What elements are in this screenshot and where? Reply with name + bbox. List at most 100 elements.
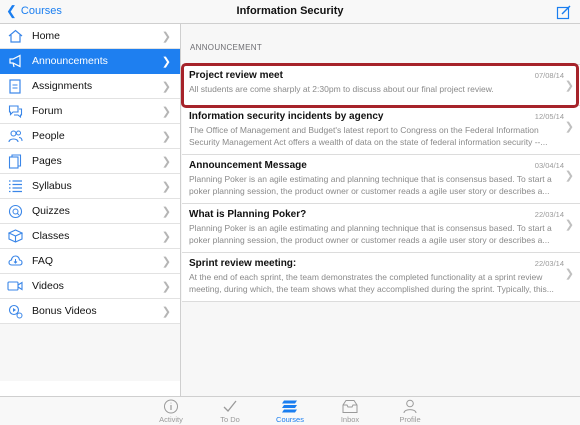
announcement-preview-line: meeting, during which, the team shows wh…	[189, 283, 554, 294]
sidebar-item-quizzes[interactable]: Quizzes ❯	[0, 199, 180, 224]
sidebar-item-people[interactable]: People ❯	[0, 124, 180, 149]
tab-label: Profile	[399, 415, 421, 424]
announcement-title: Project review meet	[189, 70, 283, 81]
people-icon	[7, 128, 23, 144]
chevron-right-icon: ❯	[161, 81, 171, 93]
chevron-right-icon: ❯	[161, 131, 171, 143]
announcement-date: 07/08/14	[534, 71, 564, 80]
bonus-video-icon	[7, 303, 23, 319]
announcement-date: 12/05/14	[534, 112, 564, 121]
chevron-right-icon: ❯	[564, 268, 574, 280]
chevron-right-icon: ❯	[161, 106, 171, 118]
megaphone-icon	[7, 53, 23, 69]
announcement-preview-line: poker planning session, the product owne…	[189, 185, 550, 196]
announcements-pane: ANNOUNCEMENT Project review meet 07/08/1…	[182, 24, 580, 396]
announcement-preview-line: Planning Poker is an agile estimating an…	[189, 223, 552, 233]
video-icon	[7, 278, 23, 294]
sidebar-item-label: Classes	[32, 230, 70, 242]
sidebar-item-label: Assignments	[32, 80, 93, 92]
announcement-row[interactable]: What is Planning Poker? 22/03/14 Plannin…	[182, 204, 580, 253]
sidebar-empty-area	[0, 324, 180, 381]
inbox-icon	[342, 400, 358, 413]
tab-profile[interactable]: Profile	[380, 399, 440, 424]
tab-label: To Do	[220, 415, 240, 424]
chevron-right-icon: ❯	[161, 156, 171, 168]
announcement-title: Sprint review meeting:	[189, 258, 297, 269]
section-header: ANNOUNCEMENT	[190, 43, 263, 52]
sidebar-item-label: Syllabus	[32, 180, 72, 192]
sidebar-item-faq[interactable]: FAQ ❯	[0, 249, 180, 274]
courses-icon	[282, 400, 297, 413]
announcement-preview-line: poker planning session, the product owne…	[189, 234, 550, 245]
bottom-tab-bar: Activity To Do Courses Inbox Profile	[0, 396, 580, 425]
assignment-icon	[7, 78, 23, 94]
faq-icon	[7, 253, 23, 269]
announcement-row[interactable]: Sprint review meeting: 22/03/14 At the e…	[182, 253, 580, 302]
tab-courses[interactable]: Courses	[260, 399, 320, 424]
announcement-row[interactable]: Information security incidents by agency…	[182, 106, 580, 155]
sidebar-item-announcements[interactable]: Announcements ❯	[0, 49, 180, 74]
pages-icon	[7, 153, 23, 169]
sidebar-item-label: People	[32, 130, 65, 142]
sidebar-item-label: Quizzes	[32, 205, 70, 217]
chevron-right-icon: ❯	[161, 231, 171, 243]
tab-activity[interactable]: Activity	[141, 399, 201, 424]
page-title: Information Security	[236, 5, 344, 17]
sidebar-item-forum[interactable]: Forum ❯	[0, 99, 180, 124]
sidebar-item-videos[interactable]: Videos ❯	[0, 274, 180, 299]
top-nav-bar: ❮ Courses Information Security	[0, 0, 580, 24]
quiz-icon	[7, 203, 23, 219]
announcement-preview-line: At the end of each sprint, the team demo…	[189, 272, 543, 282]
back-to-courses-button[interactable]: ❮ Courses	[6, 4, 62, 18]
chevron-right-icon: ❯	[564, 80, 574, 92]
sidebar-item-home[interactable]: Home ❯	[0, 24, 180, 49]
profile-icon	[403, 399, 417, 414]
classes-icon	[7, 228, 23, 244]
home-icon	[7, 28, 23, 44]
todo-check-icon	[223, 400, 237, 412]
announcement-row[interactable]: Project review meet 07/08/14 All student…	[182, 65, 580, 106]
tab-to-do[interactable]: To Do	[200, 399, 260, 424]
sidebar-item-bonus-videos[interactable]: Bonus Videos ❯	[0, 299, 180, 324]
sidebar-item-label: Bonus Videos	[32, 305, 97, 317]
sidebar-item-classes[interactable]: Classes ❯	[0, 224, 180, 249]
syllabus-icon	[7, 178, 23, 194]
sidebar-item-pages[interactable]: Pages ❯	[0, 149, 180, 174]
course-sidebar: Home ❯ Announcements ❯ Assignments ❯ For…	[0, 24, 181, 396]
sidebar-item-label: Announcements	[32, 55, 108, 67]
announcement-preview-line: The Office of Management and Budget's la…	[189, 125, 539, 135]
chevron-right-icon: ❯	[161, 181, 171, 193]
announcement-preview-line: Security Management Act offers a wealth …	[189, 136, 548, 147]
chevron-right-icon: ❯	[161, 31, 171, 43]
announcement-list: Project review meet 07/08/14 All student…	[182, 64, 580, 302]
sidebar-item-label: Pages	[32, 155, 62, 167]
announcement-title: Announcement Message	[189, 160, 307, 171]
announcement-row[interactable]: Announcement Message 03/04/14 Planning P…	[182, 155, 580, 204]
chevron-right-icon: ❯	[161, 206, 171, 218]
sidebar-item-label: Home	[32, 30, 61, 42]
announcement-preview-line: Planning Poker is an agile estimating an…	[189, 174, 552, 184]
chevron-right-icon: ❯	[161, 56, 171, 68]
tab-label: Inbox	[340, 415, 360, 424]
sidebar-item-syllabus[interactable]: Syllabus ❯	[0, 174, 180, 199]
chevron-right-icon: ❯	[564, 121, 574, 133]
sidebar-item-assignments[interactable]: Assignments ❯	[0, 74, 180, 99]
announcement-preview-line: All students are come sharply at 2:30pm …	[189, 84, 494, 94]
back-label: Courses	[20, 5, 62, 17]
chevron-right-icon: ❯	[564, 219, 574, 231]
tab-label: Courses	[276, 415, 304, 424]
chevron-right-icon: ❯	[161, 256, 171, 268]
announcement-date: 03/04/14	[534, 161, 564, 170]
announcement-title: What is Planning Poker?	[189, 209, 307, 220]
chevron-right-icon: ❯	[161, 306, 171, 318]
compose-icon[interactable]	[556, 4, 572, 20]
tab-label: Activity	[159, 415, 183, 424]
sidebar-item-label: FAQ	[32, 255, 54, 267]
sidebar-item-label: Forum	[32, 105, 63, 117]
activity-icon	[164, 399, 178, 414]
announcement-date: 22/03/14	[534, 259, 564, 268]
forum-icon	[7, 103, 23, 119]
chevron-left-icon: ❮	[6, 3, 17, 18]
tab-inbox[interactable]: Inbox	[320, 399, 380, 424]
chevron-right-icon: ❯	[564, 170, 574, 182]
